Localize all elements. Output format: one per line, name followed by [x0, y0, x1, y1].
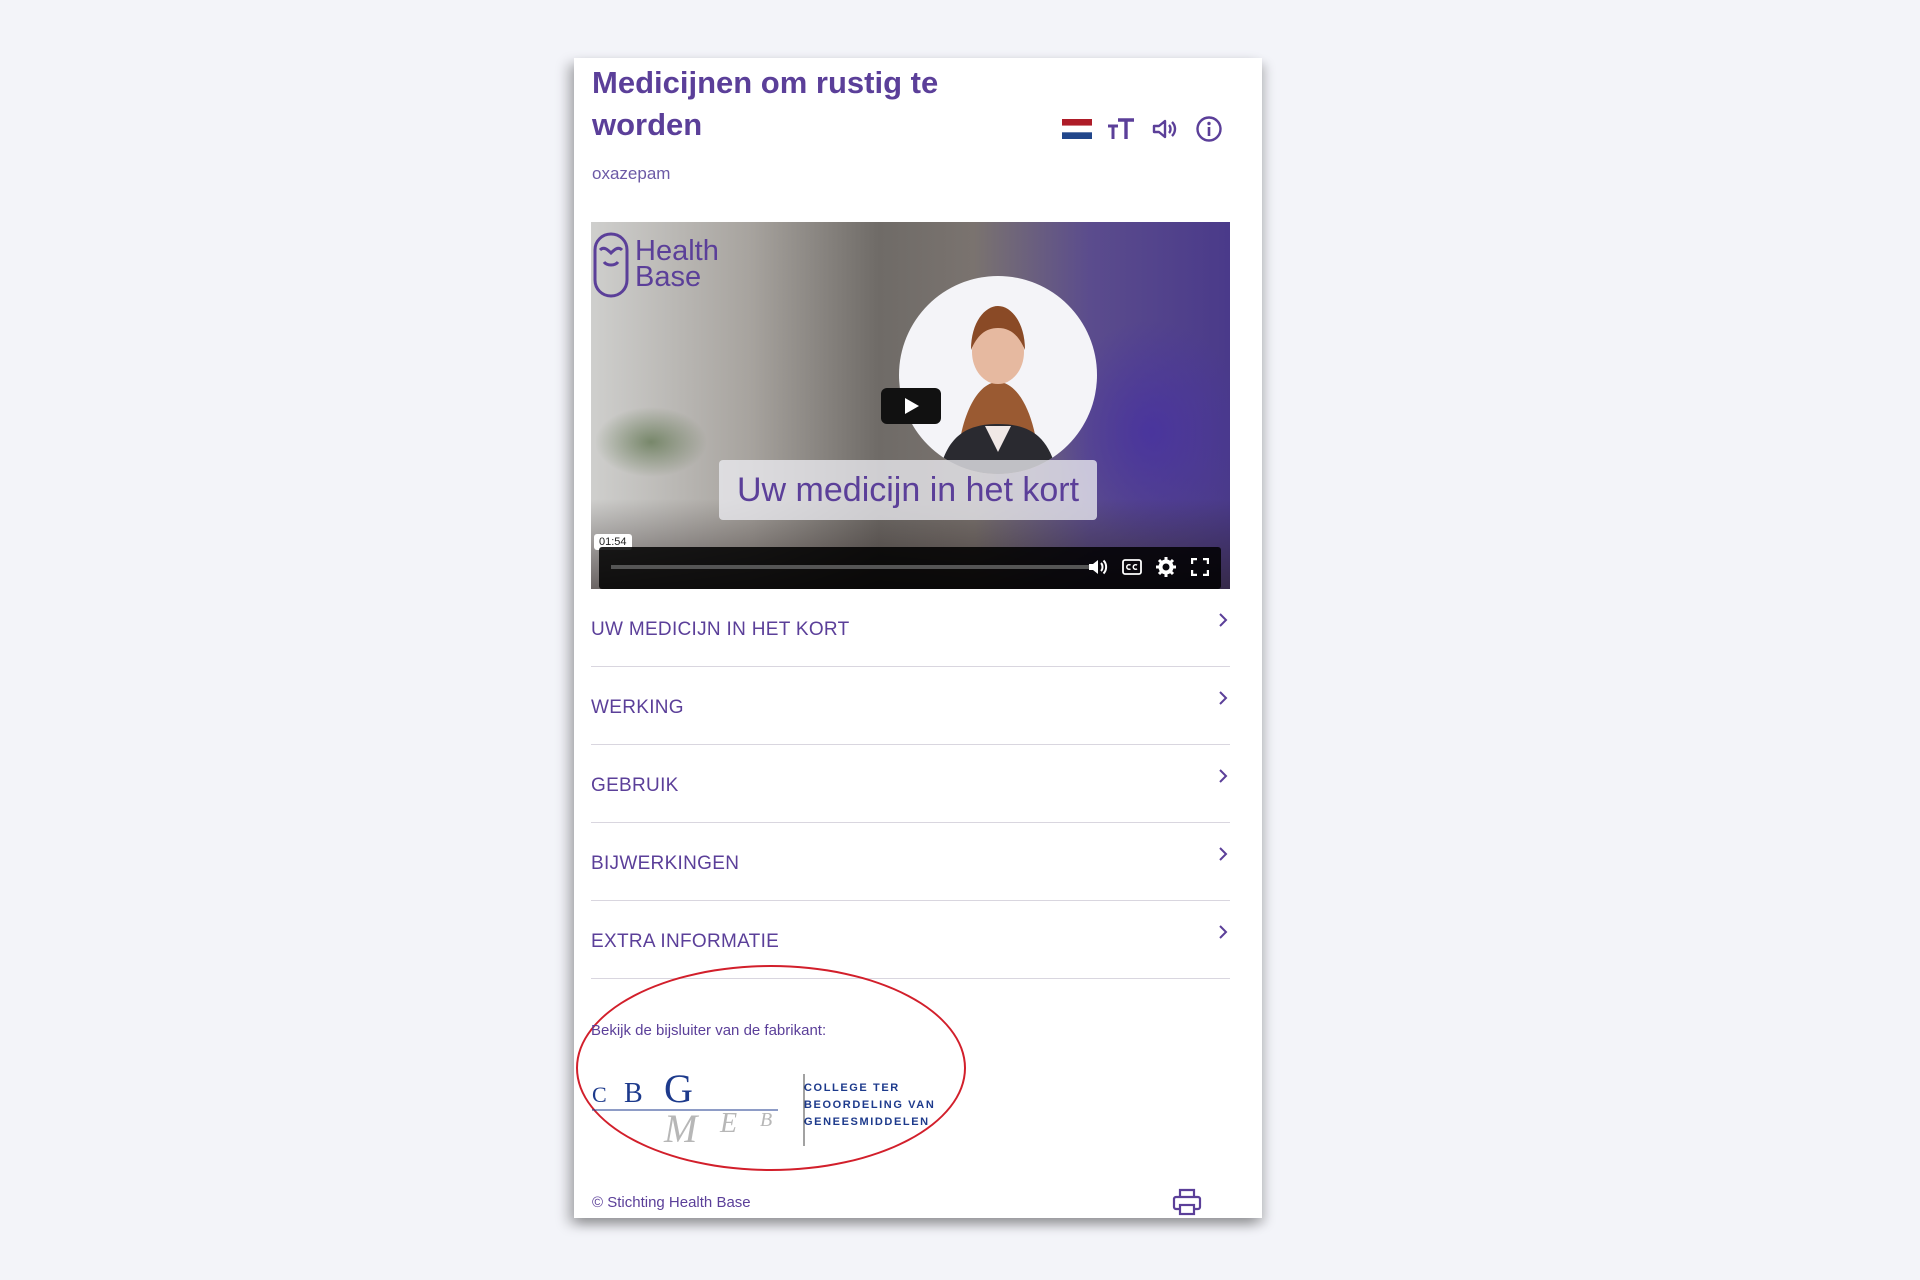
info-icon[interactable]: [1194, 114, 1224, 144]
accordion-item[interactable]: UW MEDICIJN IN HET KORT: [591, 589, 1230, 667]
copyright: © Stichting Health Base: [592, 1194, 751, 1211]
logo-line-2: Base: [635, 261, 702, 293]
chevron-right-icon: [1219, 847, 1228, 861]
cbg-text-line-2: BEOORDELING VAN: [804, 1099, 936, 1111]
drug-name: oxazepam: [592, 164, 671, 183]
page-title: Medicijnen om rustig te worden: [592, 65, 939, 142]
meb-letter-e: E: [719, 1108, 737, 1139]
accordion-item-label: GEBRUIK: [591, 775, 679, 796]
cbg-text-line-1: COLLEGE TER: [804, 1082, 900, 1094]
speaker-icon[interactable]: [1150, 114, 1180, 144]
video-controls: [599, 547, 1221, 589]
chevron-right-icon: [1219, 769, 1228, 783]
text-size-icon[interactable]: [1106, 114, 1136, 144]
accordion-item-label: UW MEDICIJN IN HET KORT: [591, 619, 850, 640]
toolbar: [1062, 114, 1224, 144]
play-button[interactable]: [881, 388, 941, 424]
chevron-right-icon: [1219, 613, 1228, 627]
settings-gear-icon[interactable]: [1155, 556, 1177, 578]
video-progress-bar[interactable]: [611, 565, 1089, 569]
print-icon[interactable]: [1172, 1188, 1202, 1218]
accordion-item-label: BIJWERKINGEN: [591, 853, 740, 874]
presenter-portrait: [899, 276, 1097, 474]
cbg-letter-b: B: [624, 1078, 643, 1109]
manufacturer-label: Bekijk de bijsluiter van de fabrikant:: [591, 1022, 827, 1039]
accordion-item[interactable]: WERKING: [591, 667, 1230, 745]
cbg-full-name: COLLEGE TER BEOORDELING VAN GENEESMIDDEL…: [804, 1080, 935, 1131]
captions-icon[interactable]: [1121, 556, 1143, 578]
meb-letter-b: B: [760, 1109, 772, 1131]
cbg-text-line-3: GENEESMIDDELEN: [804, 1116, 930, 1128]
chevron-right-icon: [1219, 925, 1228, 939]
cbg-letter-c: C: [592, 1082, 607, 1107]
video-caption: Uw medicijn in het kort: [719, 460, 1098, 520]
accordion-item-label: EXTRA INFORMATIE: [591, 931, 780, 952]
volume-icon[interactable]: [1087, 556, 1109, 578]
netherlands-flag-icon[interactable]: [1062, 114, 1092, 144]
video-player[interactable]: Health Base Uw medicijn in het kort 01:5…: [591, 222, 1230, 589]
accordion-item[interactable]: EXTRA INFORMATIE: [591, 901, 1230, 979]
meb-letter-m: M: [663, 1106, 700, 1146]
health-base-logo: Health Base: [591, 228, 719, 300]
accordion-item[interactable]: GEBRUIK: [591, 745, 1230, 823]
cbg-letter-g: G: [664, 1066, 693, 1111]
section-accordion: UW MEDICIJN IN HET KORT WERKING GEBRUIK BIJ…: [591, 589, 1230, 979]
header: Medicijnen om rustig te worden: [592, 62, 1242, 142]
accordion-item[interactable]: BIJWERKINGEN: [591, 823, 1230, 901]
chevron-right-icon: [1219, 691, 1228, 705]
fullscreen-icon[interactable]: [1189, 556, 1211, 578]
info-card: Medicijnen om rustig te worden oxazepam …: [574, 58, 1262, 1218]
owl-icon: [593, 232, 629, 298]
accordion-item-label: WERKING: [591, 697, 684, 718]
play-icon: [905, 398, 919, 414]
